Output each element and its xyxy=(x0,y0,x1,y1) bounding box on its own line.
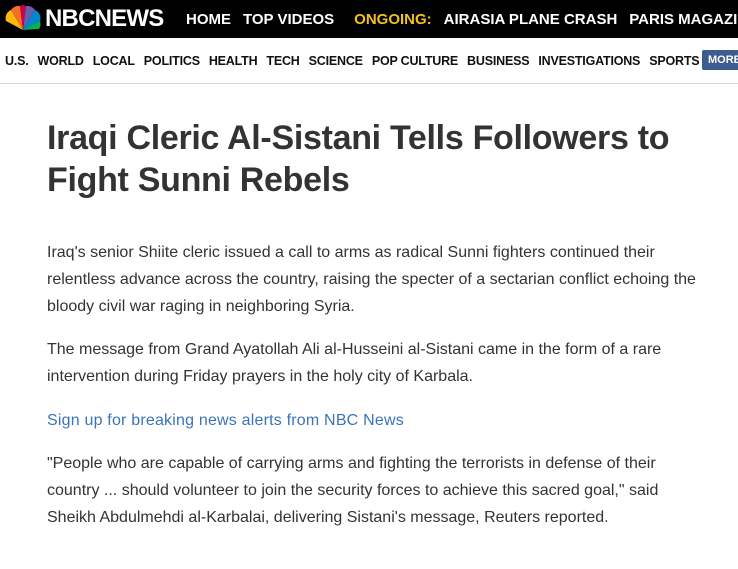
section-tech[interactable]: TECH xyxy=(266,54,299,68)
more-button[interactable]: MORE xyxy=(702,50,738,70)
section-world[interactable]: WORLD xyxy=(38,54,84,68)
article-paragraph: The message from Grand Ayatollah Ali al-… xyxy=(47,341,662,385)
section-us[interactable]: U.S. xyxy=(5,54,29,68)
section-science[interactable]: SCIENCE xyxy=(309,54,363,68)
section-business[interactable]: BUSINESS xyxy=(467,54,530,68)
article-headline: Iraqi Cleric Al-Sistani Tells Followers … xyxy=(47,119,670,199)
section-investigations[interactable]: INVESTIGATIONS xyxy=(538,54,640,68)
section-local[interactable]: LOCAL xyxy=(93,54,135,68)
section-politics[interactable]: POLITICS xyxy=(144,54,200,68)
nav-top-videos[interactable]: TOP VIDEOS xyxy=(243,11,334,28)
article-paragraph: "People who are capable of carrying arms… xyxy=(47,455,659,526)
top-nav: HOME TOP VIDEOS ONGOING: AIRASIA PLANE C… xyxy=(186,0,738,38)
top-navigation-bar: NBCNEWS HOME TOP VIDEOS ONGOING: AIRASIA… xyxy=(0,0,738,38)
section-navigation-bar: U.S. WORLD LOCAL POLITICS HEALTH TECH SC… xyxy=(0,38,738,84)
ongoing-label: ONGOING: xyxy=(354,10,432,28)
section-health[interactable]: HEALTH xyxy=(209,54,258,68)
logo-text: NBCNEWS xyxy=(45,5,164,32)
section-nav: U.S. WORLD LOCAL POLITICS HEALTH TECH SC… xyxy=(5,38,708,83)
nbc-news-logo[interactable]: NBCNEWS xyxy=(3,5,164,33)
nav-home[interactable]: HOME xyxy=(186,11,231,28)
section-pop-culture[interactable]: POP CULTURE xyxy=(372,54,458,68)
breaking-news-signup-link[interactable]: Sign up for breaking news alerts from NB… xyxy=(47,407,697,434)
section-sports[interactable]: SPORTS xyxy=(649,54,699,68)
ongoing-airasia-plane-crash[interactable]: AIRASIA PLANE CRASH xyxy=(444,11,618,28)
article-body: Iraqi Cleric Al-Sistani Tells Followers … xyxy=(47,117,697,531)
article-paragraph: Iraq's senior Shiite cleric issued a cal… xyxy=(47,244,696,315)
ongoing-paris-magazine[interactable]: PARIS MAGAZINE xyxy=(629,11,738,28)
peacock-icon xyxy=(5,5,41,30)
